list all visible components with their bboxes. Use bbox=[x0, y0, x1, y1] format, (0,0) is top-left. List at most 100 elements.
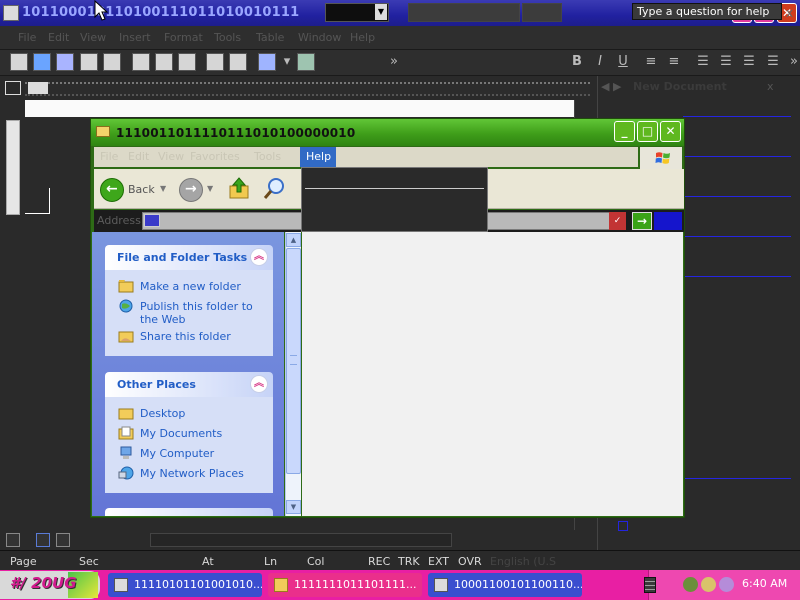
status-ext[interactable]: EXT bbox=[428, 555, 449, 568]
print-layout-button[interactable] bbox=[36, 533, 50, 547]
email-icon[interactable] bbox=[103, 53, 121, 71]
indent-marker[interactable] bbox=[28, 82, 48, 94]
word-toolbar: ▾ » B I U ≡ ≡ ☰ ☰ ☰ ☰ » bbox=[0, 50, 800, 76]
network-tray-icon[interactable] bbox=[683, 577, 698, 592]
taskbar-button-word[interactable]: 11110101101001010... bbox=[108, 573, 262, 597]
task-share-folder[interactable]: Share this folder bbox=[140, 330, 231, 343]
align-left-icon[interactable]: ≡ bbox=[642, 53, 660, 71]
permission-icon[interactable] bbox=[80, 53, 98, 71]
taskbar-button-document[interactable]: 10001100101100110... bbox=[428, 573, 582, 597]
mouse-pointer-icon bbox=[94, 0, 108, 21]
start-label[interactable]: #/ 20UG bbox=[10, 574, 77, 592]
explorer-menubar: File Edit View Favorites Tools bbox=[94, 147, 638, 167]
taskbar-button-explorer[interactable]: 1111111011101111... bbox=[268, 573, 422, 597]
chevron-down-icon[interactable]: ▼ bbox=[375, 4, 387, 20]
font-combo[interactable] bbox=[408, 3, 520, 22]
spelling-icon[interactable] bbox=[178, 53, 196, 71]
tab-selector[interactable] bbox=[5, 81, 21, 95]
open-folder-icon[interactable] bbox=[33, 53, 51, 71]
print-preview-icon[interactable] bbox=[155, 53, 173, 71]
print-icon[interactable] bbox=[132, 53, 150, 71]
font-size-combo[interactable] bbox=[522, 3, 562, 22]
insert-hyperlink-icon[interactable] bbox=[297, 53, 315, 71]
menu-help[interactable]: Help bbox=[350, 31, 375, 44]
toolbar-options-icon[interactable]: » bbox=[385, 53, 403, 71]
scroll-up-arrow-icon[interactable]: ▲ bbox=[286, 233, 301, 247]
search-tray-icon[interactable] bbox=[719, 577, 734, 592]
file-tasks-title: File and Folder Tasks bbox=[117, 251, 248, 264]
undo-dropdown-icon[interactable]: ▾ bbox=[278, 53, 296, 71]
reading-view-button[interactable] bbox=[56, 533, 70, 547]
align-center-icon[interactable]: ≡ bbox=[665, 53, 683, 71]
horizontal-scrollbar[interactable] bbox=[150, 533, 452, 547]
up-folder-icon[interactable] bbox=[228, 176, 250, 200]
explorer-file-area[interactable] bbox=[302, 232, 683, 516]
help-dropdown-menu[interactable] bbox=[301, 167, 488, 232]
forward-dropdown-icon[interactable]: ▼ bbox=[207, 184, 213, 193]
explorer-close-button[interactable]: ✕ bbox=[660, 121, 681, 142]
status-sec: Sec bbox=[79, 555, 99, 568]
paste-icon[interactable] bbox=[229, 53, 247, 71]
ask-question-box[interactable]: Type a question for help bbox=[632, 3, 782, 20]
new-document-icon[interactable] bbox=[10, 53, 28, 71]
bold-button[interactable]: B bbox=[568, 53, 586, 71]
collapse-chevron-icon[interactable]: ︽ bbox=[250, 375, 268, 393]
explorer-menu-edit[interactable]: Edit bbox=[128, 150, 149, 163]
page-margin-corner bbox=[25, 188, 50, 214]
formatting-options-icon[interactable]: » bbox=[785, 53, 800, 71]
collapse-chevron-icon[interactable]: ︽ bbox=[250, 248, 268, 266]
menu-table[interactable]: Table bbox=[256, 31, 284, 44]
place-my-documents[interactable]: My Documents bbox=[140, 427, 222, 440]
menu-view[interactable]: View bbox=[80, 31, 106, 44]
document-page[interactable] bbox=[25, 100, 590, 117]
explorer-menu-favorites[interactable]: Favorites bbox=[190, 150, 240, 163]
menu-insert[interactable]: Insert bbox=[119, 31, 151, 44]
increase-indent-icon[interactable]: ☰ bbox=[764, 53, 782, 71]
numbering-icon[interactable]: ☰ bbox=[694, 53, 712, 71]
address-dropdown-icon[interactable]: ✓ bbox=[609, 212, 626, 230]
copy-icon[interactable] bbox=[206, 53, 224, 71]
go-button[interactable]: → bbox=[632, 212, 652, 230]
my-computer-icon bbox=[120, 446, 132, 459]
decrease-indent-icon[interactable]: ☰ bbox=[740, 53, 758, 71]
explorer-menu-view[interactable]: View bbox=[158, 150, 184, 163]
status-ovr[interactable]: OVR bbox=[458, 555, 482, 568]
menu-edit[interactable]: Edit bbox=[48, 31, 69, 44]
taskbar-button-label: 11110101101001010... bbox=[134, 578, 262, 591]
undo-icon[interactable] bbox=[258, 53, 276, 71]
explorer-maximize-button[interactable]: □ bbox=[637, 121, 658, 142]
task-publish-web[interactable]: Publish this folder to the Web bbox=[140, 300, 270, 326]
normal-view-button[interactable] bbox=[6, 533, 20, 547]
menu-tools[interactable]: Tools bbox=[214, 31, 241, 44]
bullets-icon[interactable]: ☰ bbox=[717, 53, 735, 71]
explorer-menu-help[interactable]: Help bbox=[300, 147, 336, 167]
menu-format[interactable]: Format bbox=[164, 31, 203, 44]
clock[interactable]: 6:40 AM bbox=[742, 577, 787, 590]
status-trk[interactable]: TRK bbox=[398, 555, 420, 568]
explorer-menu-tools[interactable]: Tools bbox=[254, 150, 281, 163]
language-bar-icon[interactable] bbox=[644, 577, 656, 593]
details-header-partial[interactable] bbox=[105, 508, 273, 516]
save-icon[interactable] bbox=[56, 53, 74, 71]
search-icon[interactable] bbox=[262, 176, 288, 200]
sound-tray-icon[interactable] bbox=[701, 577, 716, 592]
back-dropdown-icon[interactable]: ▼ bbox=[160, 184, 166, 193]
place-my-computer[interactable]: My Computer bbox=[140, 447, 214, 460]
taskpane-title: New Document bbox=[633, 80, 727, 93]
scroll-down-arrow-icon[interactable]: ▼ bbox=[286, 500, 301, 514]
taskpane-nav-arrows[interactable]: ◀ ▶ bbox=[601, 80, 621, 93]
menu-file[interactable]: File bbox=[18, 31, 36, 44]
menu-window[interactable]: Window bbox=[298, 31, 341, 44]
task-make-new-folder[interactable]: Make a new folder bbox=[140, 280, 241, 293]
taskpane-close-icon[interactable]: x bbox=[767, 80, 774, 93]
italic-button[interactable]: I bbox=[591, 53, 609, 71]
status-rec[interactable]: REC bbox=[368, 555, 390, 568]
underline-button[interactable]: U bbox=[614, 53, 632, 71]
document-close-icon[interactable]: x bbox=[786, 6, 793, 20]
place-network[interactable]: My Network Places bbox=[140, 467, 244, 480]
back-label[interactable]: Back bbox=[128, 183, 155, 196]
explorer-minimize-button[interactable]: _ bbox=[614, 121, 635, 142]
horizontal-ruler[interactable] bbox=[25, 82, 590, 96]
explorer-menu-file[interactable]: File bbox=[100, 150, 118, 163]
place-desktop[interactable]: Desktop bbox=[140, 407, 185, 420]
